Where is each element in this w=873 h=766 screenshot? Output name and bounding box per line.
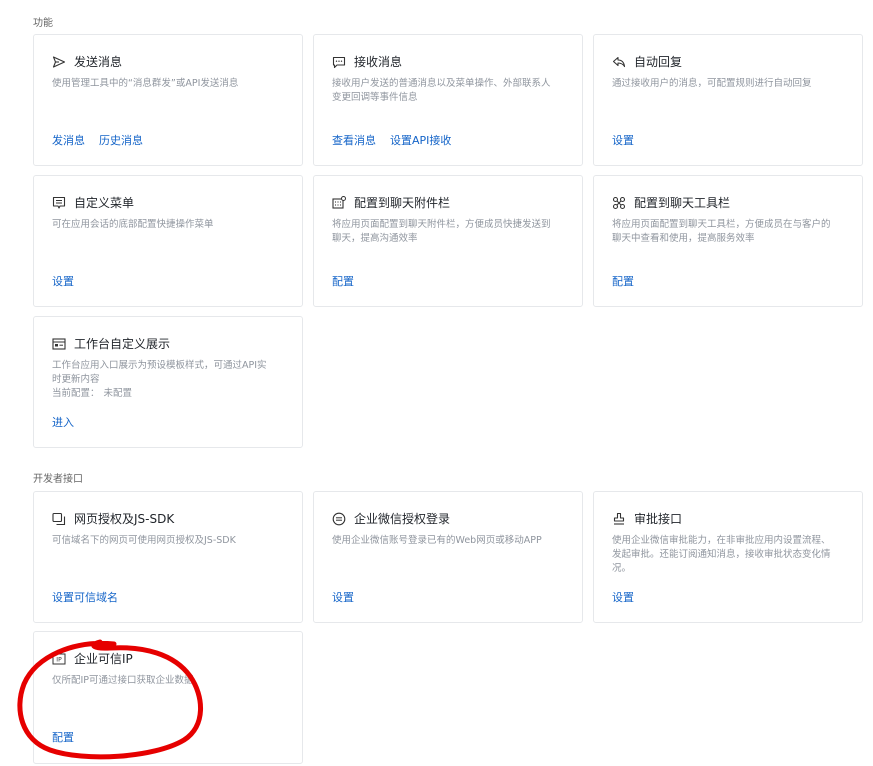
card-title: 审批接口 — [634, 512, 683, 526]
auto-reply-settings-link[interactable]: 设置 — [612, 132, 634, 148]
card-web-auth-jssdk: 网页授权及JS-SDK 可信域名下的网页可使用网页授权及JS-SDK 设置可信域… — [33, 491, 303, 623]
card-description: 接收用户发送的普通消息以及菜单操作、外部联系人 变更回调等事件信息 — [332, 78, 551, 103]
section-label-developer: 开发者接口 — [33, 474, 83, 485]
set-trusted-domain-link[interactable]: 设置可信域名 — [52, 589, 118, 605]
card-description: 可信域名下的网页可使用网页授权及JS-SDK — [52, 535, 236, 546]
card-chat-toolbar: 配置到聊天工具栏 将应用页面配置到聊天工具栏，方便成员在与客户的 聊天中查看和使… — [593, 175, 863, 307]
card-custom-menu: 自定义菜单 可在应用会话的底部配置快捷操作菜单 设置 — [33, 175, 303, 307]
card-approval-api: 审批接口 使用企业微信审批能力，在非审批应用内设置流程、 发起审批。还能订阅通知… — [593, 491, 863, 623]
card-title: 工作台自定义展示 — [74, 337, 171, 351]
send-message-link[interactable]: 发消息 — [52, 132, 85, 148]
svg-text:IP: IP — [56, 656, 62, 663]
send-icon — [52, 55, 66, 69]
card-wecom-auth-login: 企业微信授权登录 使用企业微信账号登录已有的Web网页或移动APP 设置 — [313, 491, 583, 623]
card-description: 将应用页面配置到聊天附件栏，方便成员快捷发送到 聊天，提高沟通效率 — [332, 219, 551, 244]
card-description: 将应用页面配置到聊天工具栏，方便成员在与客户的 聊天中查看和使用，提高服务效率 — [612, 219, 831, 244]
card-title: 自动回复 — [634, 55, 683, 69]
card-send-message: 发送消息 使用管理工具中的“消息群发”或API发送消息 发消息 历史消息 — [33, 34, 303, 166]
current-config-value: 未配置 — [103, 388, 133, 399]
ip-icon: IP — [52, 652, 66, 666]
card-title: 企业微信授权登录 — [354, 512, 451, 526]
trusted-ip-config-link[interactable]: 配置 — [52, 729, 74, 745]
toolbar-icon — [612, 196, 626, 210]
card-receive-message: 接收消息 接收用户发送的普通消息以及菜单操作、外部联系人 变更回调等事件信息 查… — [313, 34, 583, 166]
login-circle-icon — [332, 512, 346, 526]
card-chat-attachment-bar: 配置到聊天附件栏 将应用页面配置到聊天附件栏，方便成员快捷发送到 聊天，提高沟通… — [313, 175, 583, 307]
card-description: 可在应用会话的底部配置快捷操作菜单 — [52, 219, 214, 230]
card-title: 接收消息 — [354, 55, 403, 69]
view-messages-link[interactable]: 查看消息 — [332, 132, 376, 148]
card-title: 发送消息 — [74, 55, 123, 69]
card-description: 通过接收用户的消息，可配置规则进行自动回复 — [612, 78, 812, 89]
chat-bubble-icon — [332, 55, 346, 69]
card-title: 配置到聊天附件栏 — [354, 196, 451, 210]
chat-toolbar-config-link[interactable]: 配置 — [612, 273, 634, 289]
workbench-enter-link[interactable]: 进入 — [52, 414, 74, 430]
card-workbench-display: 工作台自定义展示 工作台应用入口展示为预设模板样式，可通过API实 时更新内容 … — [33, 316, 303, 448]
card-description: 工作台应用入口展示为预设模板样式，可通过API实 时更新内容 当前配置： 未配置 — [52, 359, 286, 401]
reply-icon — [612, 55, 626, 69]
workbench-icon — [52, 337, 66, 351]
custom-menu-settings-link[interactable]: 设置 — [52, 273, 74, 289]
section-label-features: 功能 — [33, 18, 53, 29]
card-description: 使用企业微信审批能力，在非审批应用内设置流程、 发起审批。还能订阅通知消息，接收… — [612, 535, 831, 574]
card-description: 使用管理工具中的“消息群发”或API发送消息 — [52, 78, 239, 89]
menu-icon — [52, 196, 66, 210]
chat-attachment-config-link[interactable]: 配置 — [332, 273, 354, 289]
message-history-link[interactable]: 历史消息 — [99, 132, 143, 148]
stamp-icon — [612, 512, 626, 526]
app-feature-page: 功能 发送消息 使用管理工具中的“消息群发”或API发送消息 发消息 历史消息 … — [0, 0, 873, 766]
card-title: 配置到聊天工具栏 — [634, 196, 731, 210]
web-pages-icon — [52, 512, 66, 526]
card-description: 仅所配IP可通过接口获取企业数据 — [52, 675, 194, 686]
attachment-grid-icon — [332, 195, 346, 210]
approval-settings-link[interactable]: 设置 — [612, 589, 634, 605]
set-api-receive-link[interactable]: 设置API接收 — [390, 132, 451, 148]
card-title: 自定义菜单 — [74, 196, 135, 210]
card-trusted-ip: IP 企业可信IP 仅所配IP可通过接口获取企业数据 配置 — [33, 631, 303, 764]
card-title: 网页授权及JS-SDK — [74, 512, 175, 526]
card-title: 企业可信IP — [74, 652, 133, 666]
card-auto-reply: 自动回复 通过接收用户的消息，可配置规则进行自动回复 设置 — [593, 34, 863, 166]
auth-login-settings-link[interactable]: 设置 — [332, 589, 354, 605]
card-description: 使用企业微信账号登录已有的Web网页或移动APP — [332, 535, 542, 546]
current-config: 当前配置： 未配置 — [52, 388, 133, 399]
